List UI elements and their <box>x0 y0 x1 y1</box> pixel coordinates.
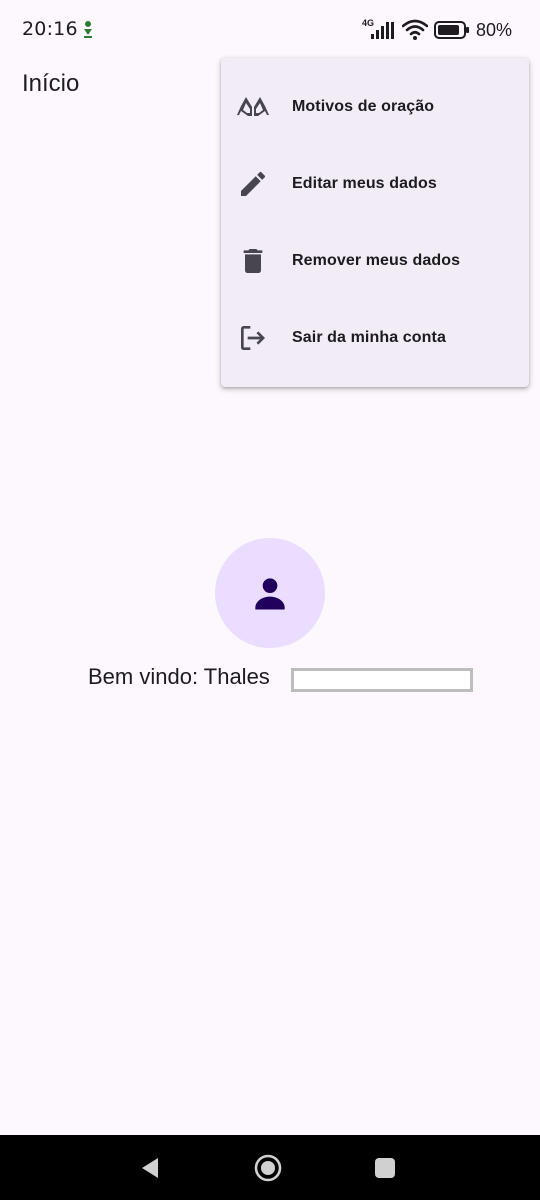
pencil-icon <box>237 168 269 200</box>
welcome-text: Bem vindo: Thales <box>88 664 270 689</box>
menu-item-label: Editar meus dados <box>292 174 437 192</box>
menu-item-label: Sair da minha conta <box>292 328 446 346</box>
status-bar: 20:16 4G 80% <box>0 0 540 60</box>
home-icon[interactable] <box>253 1153 283 1183</box>
signal-icon: 4G <box>362 18 396 42</box>
logout-icon <box>237 322 269 354</box>
avatar <box>215 538 325 648</box>
recents-icon[interactable] <box>370 1153 400 1183</box>
person-icon <box>255 578 285 610</box>
battery-percent: 80% <box>475 19 512 40</box>
menu-item-logout[interactable]: Sair da minha conta <box>221 299 529 376</box>
status-icons: 4G 80% <box>362 16 512 44</box>
download-notification-icon <box>84 21 92 38</box>
menu-item-label: Remover meus dados <box>292 251 461 269</box>
menu-item-remove-data[interactable]: Remover meus dados <box>221 222 529 299</box>
praying-hands-icon <box>237 91 269 123</box>
redacted-surname <box>291 668 473 692</box>
menu-item-edit-data[interactable]: Editar meus dados <box>221 145 529 222</box>
page-title: Início <box>22 70 80 97</box>
battery-icon <box>433 21 469 39</box>
menu-item-prayer-reasons[interactable]: Motivos de oração <box>221 68 529 145</box>
system-nav-bar <box>0 1135 540 1200</box>
status-time: 20:16 <box>22 18 78 40</box>
welcome-line: Bem vindo: Thales <box>0 664 540 694</box>
overflow-menu: Motivos de oração Editar meus dados Remo… <box>221 58 529 387</box>
wifi-icon <box>401 19 428 40</box>
trash-icon <box>237 245 269 277</box>
back-icon[interactable] <box>135 1153 165 1183</box>
menu-item-label: Motivos de oração <box>292 97 435 115</box>
